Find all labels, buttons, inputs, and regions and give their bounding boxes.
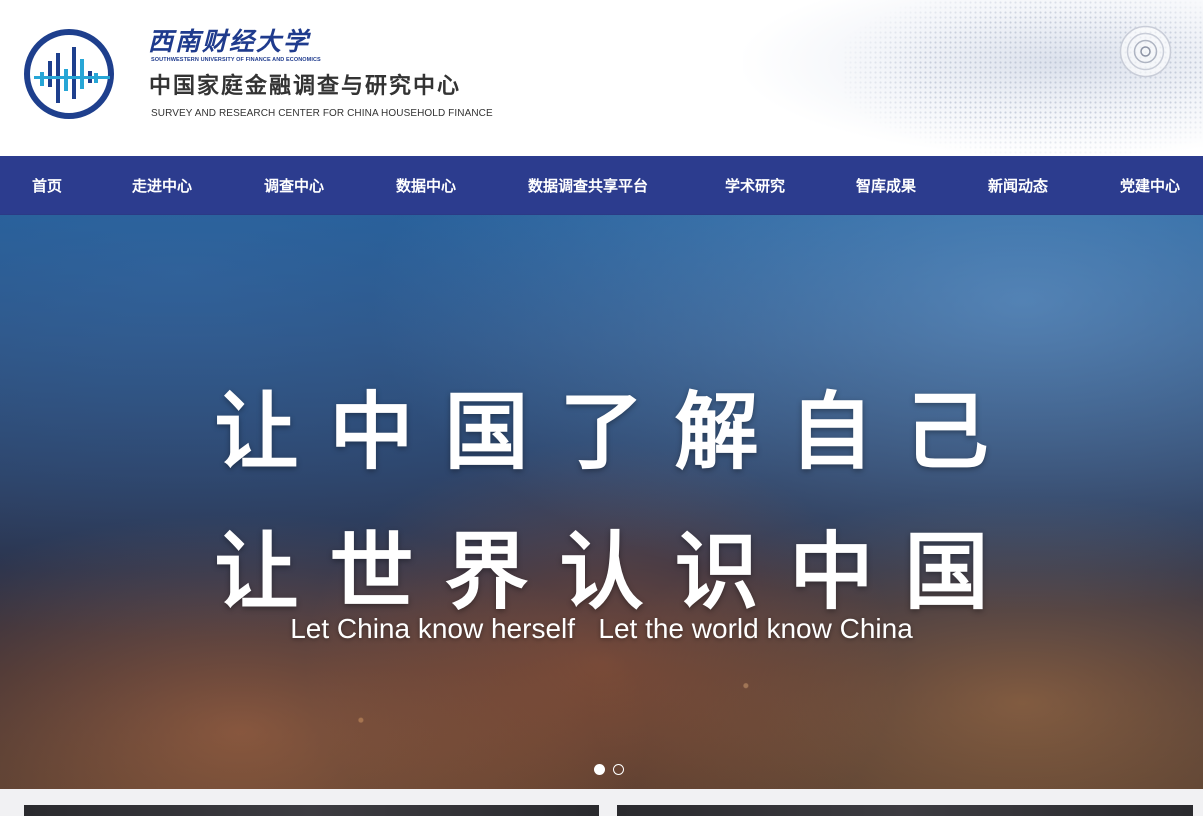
banner-english-part-2: Let the world know China xyxy=(598,613,913,644)
nav-item-data[interactable]: 数据中心 xyxy=(396,156,456,214)
university-name-en: SOUTHWESTERN UNIVERSITY OF FINANCE AND E… xyxy=(151,57,321,63)
nav-item-survey[interactable]: 调查中心 xyxy=(264,156,324,214)
nav-item-party[interactable]: 党建中心 xyxy=(1120,156,1180,214)
news-thumbnail-left[interactable] xyxy=(24,805,599,816)
center-name: 中国家庭金融调查与研究中心 xyxy=(149,74,462,99)
nav-item-research[interactable]: 学术研究 xyxy=(725,156,785,214)
slide-dot-2[interactable] xyxy=(613,764,624,775)
target-icon[interactable] xyxy=(1119,25,1172,78)
site-header: 西南财经大学 SOUTHWESTERN UNIVERSITY OF FINANC… xyxy=(0,0,1203,156)
banner-headline-2: 让世界认识中国 xyxy=(214,522,1020,621)
hero-banner[interactable]: 让中国了解自己 让世界认识中国 Let China know herself L… xyxy=(0,215,1203,789)
nav-item-news[interactable]: 新闻动态 xyxy=(988,156,1048,214)
banner-english-slogan: Let China know herself Let the world kno… xyxy=(0,613,1203,645)
banner-headline-1: 让中国了解自己 xyxy=(214,382,1020,481)
signal-bars-logo-icon xyxy=(34,47,110,103)
nav-item-about[interactable]: 走进中心 xyxy=(132,156,192,214)
nav-item-think-tank[interactable]: 智库成果 xyxy=(856,156,916,214)
main-nav: 首页 走进中心 调查中心 数据中心 数据调查共享平台 学术研究 智库成果 新闻动… xyxy=(0,156,1203,215)
nav-item-data-sharing-platform[interactable]: 数据调查共享平台 xyxy=(528,156,648,214)
nav-item-home[interactable]: 首页 xyxy=(32,156,62,214)
university-name: 西南财经大学 xyxy=(148,27,311,56)
slide-dot-1[interactable] xyxy=(594,764,605,775)
center-name-en: SURVEY AND RESEARCH CENTER FOR CHINA HOU… xyxy=(151,108,493,119)
banner-city-lights xyxy=(0,215,1203,789)
world-map-decoration xyxy=(843,0,1203,156)
banner-english-part-1: Let China know herself xyxy=(290,613,576,644)
news-thumbnail-right[interactable] xyxy=(617,805,1193,816)
